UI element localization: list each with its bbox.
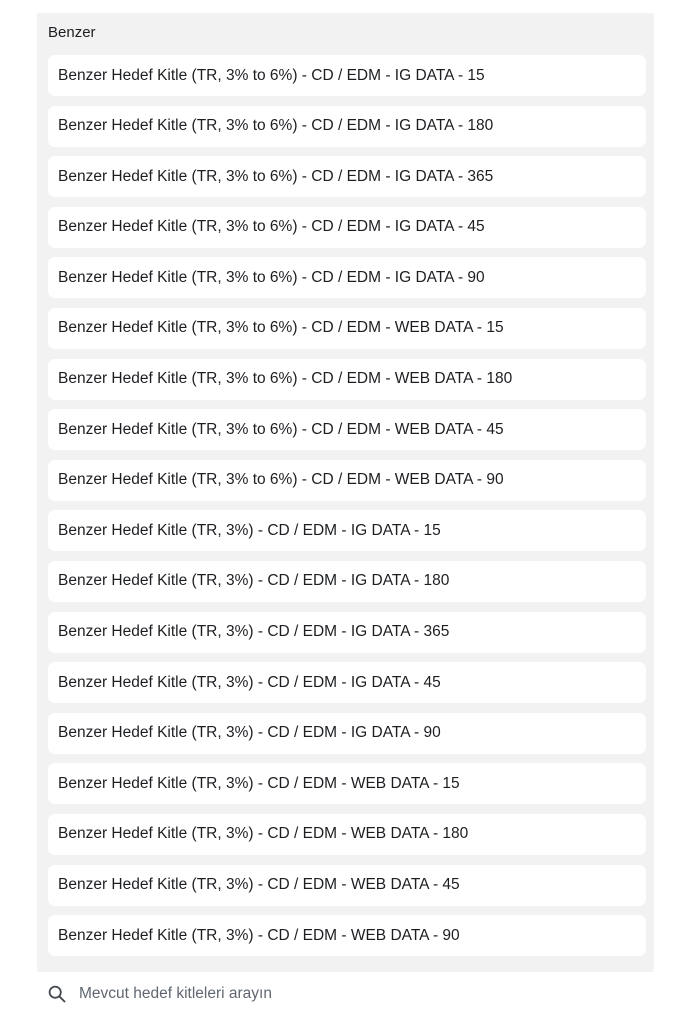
list-item[interactable]: Benzer Hedef Kitle (TR, 3% to 6%) - CD /… xyxy=(48,459,646,501)
list-item[interactable]: Benzer Hedef Kitle (TR, 3% to 6%) - CD /… xyxy=(48,409,646,451)
audience-dropdown-panel: Benzer Benzer Hedef Kitle (TR, 3% to 6%)… xyxy=(37,13,654,972)
list-item[interactable]: Benzer Hedef Kitle (TR, 3%) - CD / EDM -… xyxy=(48,712,646,754)
list-item[interactable]: Benzer Hedef Kitle (TR, 3% to 6%) - CD /… xyxy=(48,156,646,198)
list-item[interactable]: Benzer Hedef Kitle (TR, 3% to 6%) - CD /… xyxy=(48,105,646,147)
section-title: Benzer xyxy=(48,24,96,41)
audience-list: Benzer Hedef Kitle (TR, 3% to 6%) - CD /… xyxy=(48,55,646,966)
list-item[interactable]: Benzer Hedef Kitle (TR, 3%) - CD / EDM -… xyxy=(48,560,646,602)
search-icon xyxy=(48,985,66,1003)
search-input[interactable] xyxy=(79,985,639,1003)
list-item[interactable]: Benzer Hedef Kitle (TR, 3%) - CD / EDM -… xyxy=(48,611,646,653)
list-item[interactable]: Benzer Hedef Kitle (TR, 3% to 6%) - CD /… xyxy=(48,307,646,349)
list-item[interactable]: Benzer Hedef Kitle (TR, 3%) - CD / EDM -… xyxy=(48,864,646,906)
search-bar xyxy=(37,972,654,1016)
list-item[interactable]: Benzer Hedef Kitle (TR, 3%) - CD / EDM -… xyxy=(48,915,646,957)
list-item[interactable]: Benzer Hedef Kitle (TR, 3%) - CD / EDM -… xyxy=(48,510,646,552)
list-item[interactable]: Benzer Hedef Kitle (TR, 3% to 6%) - CD /… xyxy=(48,358,646,400)
list-item[interactable]: Benzer Hedef Kitle (TR, 3% to 6%) - CD /… xyxy=(48,206,646,248)
list-item[interactable]: Benzer Hedef Kitle (TR, 3%) - CD / EDM -… xyxy=(48,662,646,704)
list-item[interactable]: Benzer Hedef Kitle (TR, 3% to 6%) - CD /… xyxy=(48,55,646,96)
list-item[interactable]: Benzer Hedef Kitle (TR, 3% to 6%) - CD /… xyxy=(48,257,646,299)
list-item[interactable]: Benzer Hedef Kitle (TR, 3%) - CD / EDM -… xyxy=(48,763,646,805)
list-item[interactable]: Benzer Hedef Kitle (TR, 3%) - CD / EDM -… xyxy=(48,813,646,855)
